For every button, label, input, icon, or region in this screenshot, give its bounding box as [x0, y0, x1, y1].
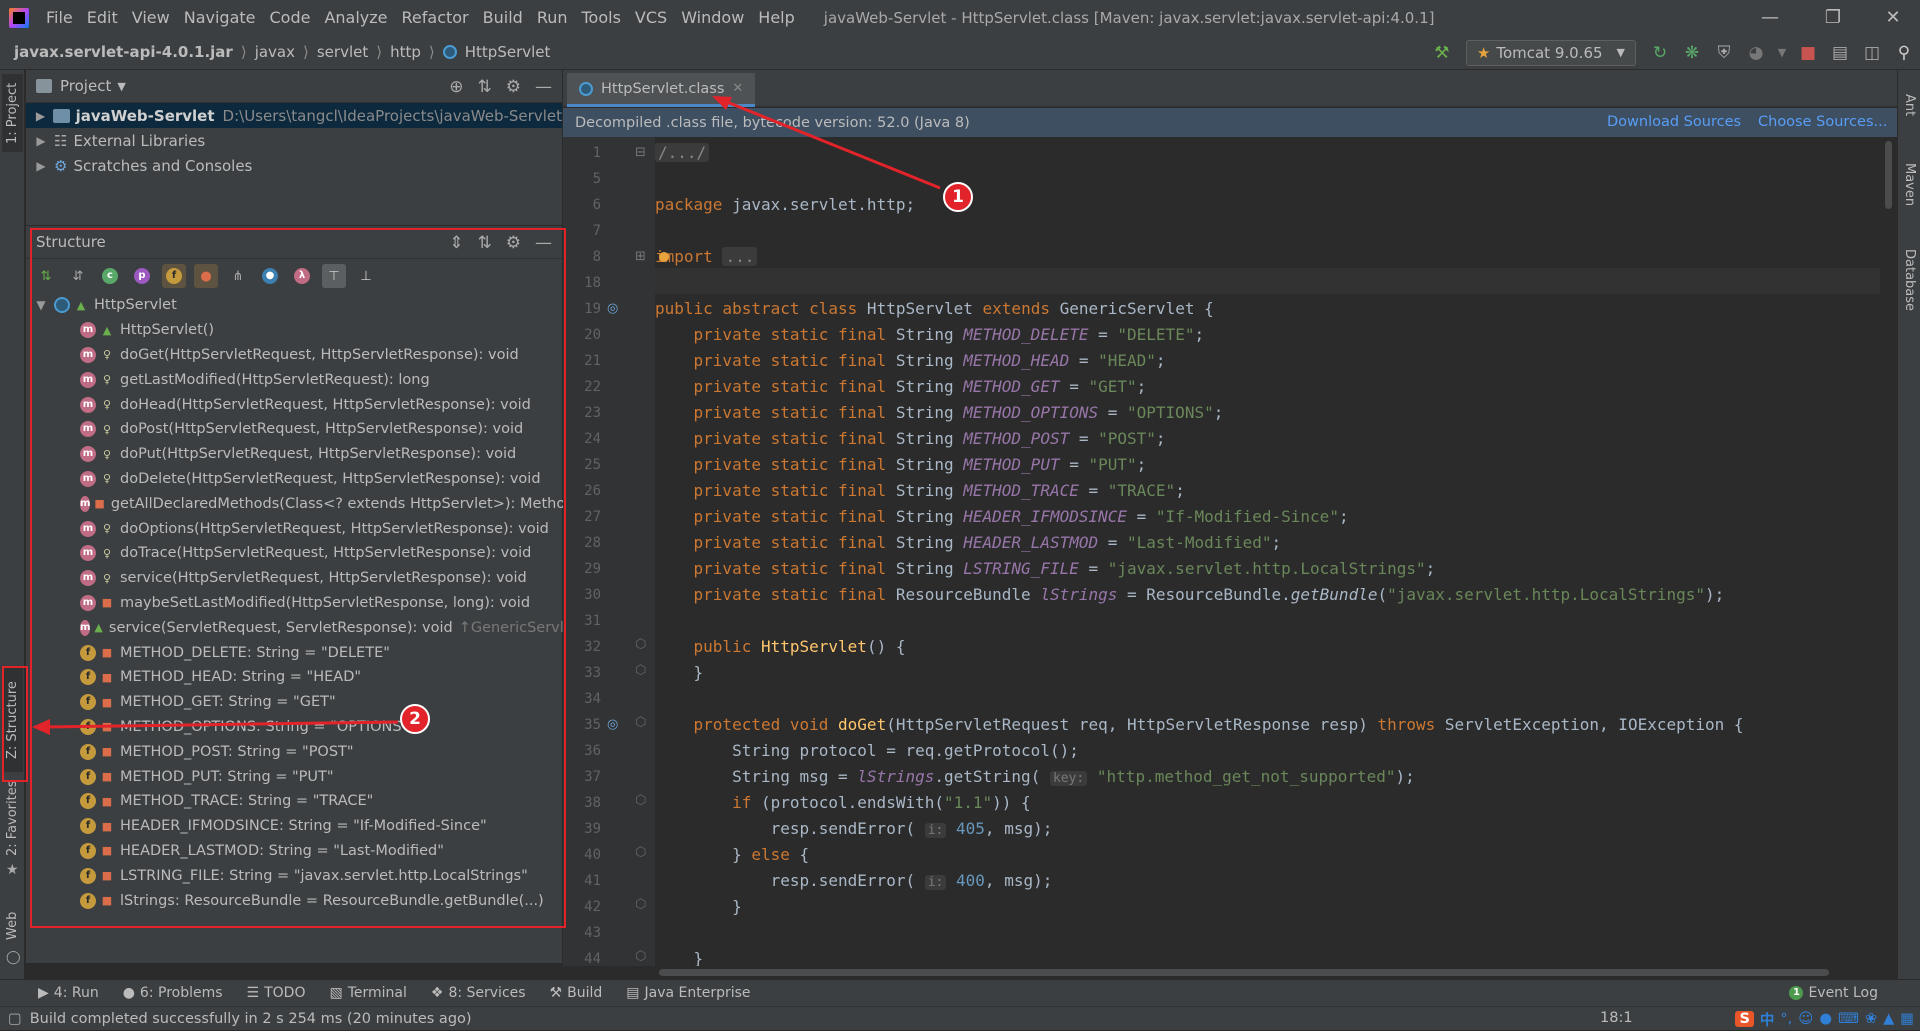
annotation-marker-2: 2: [400, 704, 430, 734]
annotation-arrows: [32, 96, 941, 735]
arrow-head-2: [32, 719, 50, 735]
arrow-to-structure-tab: [43, 720, 399, 729]
arrow-head-1: [712, 96, 732, 110]
annotation-marker-1: 1: [943, 182, 973, 212]
arrow-to-tab: [721, 98, 941, 190]
